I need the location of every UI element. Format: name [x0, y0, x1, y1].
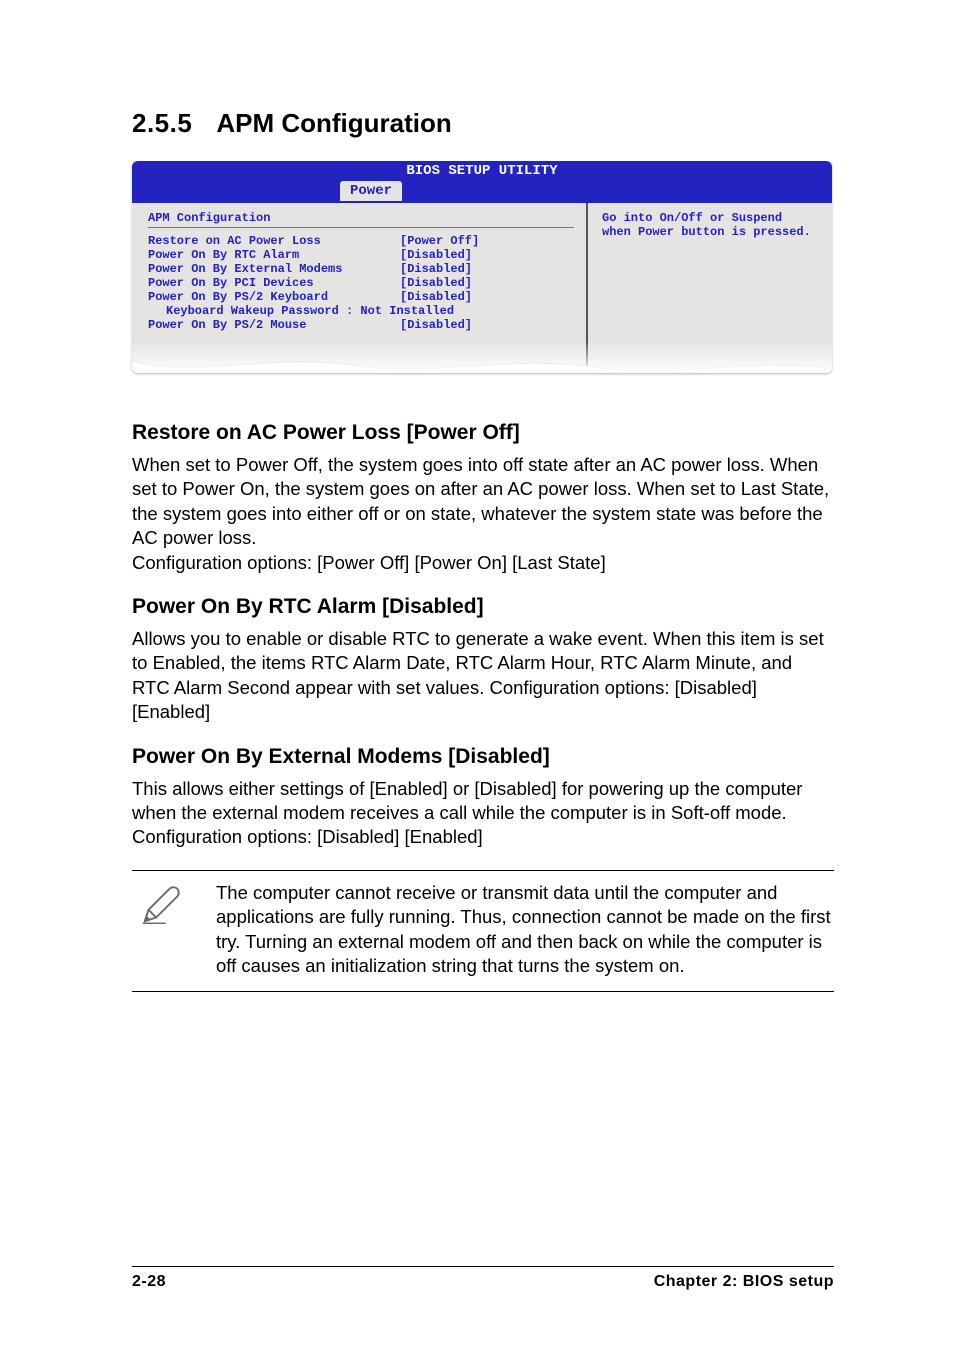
bios-setting-row: Power On By PS/2 Keyboard[Disabled]: [148, 290, 574, 304]
subheading-rtc-alarm: Power On By RTC Alarm [Disabled]: [132, 595, 834, 619]
section-title: APM Configuration: [216, 108, 451, 139]
bios-screenshot: BIOS SETUP UTILITY Power APM Configurati…: [132, 161, 832, 373]
bios-panel-title: APM Configuration: [148, 211, 574, 225]
bios-setting-value: [Disabled]: [400, 290, 472, 304]
body-external-modems: This allows either settings of [Enabled]…: [132, 777, 834, 850]
note-text: The computer cannot receive or transmit …: [216, 881, 834, 979]
chapter-label: Chapter 2: BIOS setup: [654, 1273, 834, 1291]
body-rtc-alarm: Allows you to enable or disable RTC to g…: [132, 627, 834, 725]
bios-setting-label: Power On By PS/2 Keyboard: [148, 290, 400, 304]
bios-setting-value: [Disabled]: [400, 248, 472, 262]
subheading-restore-ac: Restore on AC Power Loss [Power Off]: [132, 421, 834, 445]
bios-setting-value: [Disabled]: [400, 276, 472, 290]
body-restore-ac: When set to Power Off, the system goes i…: [132, 453, 834, 575]
bios-setting-label: Power On By External Modems: [148, 262, 400, 276]
bios-setting-value: [Disabled]: [400, 262, 472, 276]
section-number: 2.5.5: [132, 108, 192, 139]
bios-menu-bar: Power: [132, 181, 832, 203]
bios-setting-label: Restore on AC Power Loss: [148, 234, 400, 248]
note-block: The computer cannot receive or transmit …: [132, 870, 834, 992]
bios-setting-label: Power On By PCI Devices: [148, 276, 400, 290]
subheading-external-modems: Power On By External Modems [Disabled]: [132, 745, 834, 769]
divider: [148, 227, 574, 228]
page-number: 2-28: [132, 1273, 166, 1291]
bios-setting-row: Keyboard Wakeup Password : Not Installed: [148, 304, 574, 318]
bios-setting-value: [Disabled]: [400, 318, 472, 332]
bios-setting-label: Power On By PS/2 Mouse: [148, 318, 400, 332]
bios-setting-label: Power On By RTC Alarm: [148, 248, 400, 262]
bios-help-text: Go into On/Off or Suspend when Power but…: [602, 211, 818, 239]
section-heading: 2.5.5 APM Configuration: [132, 108, 834, 139]
bios-help-panel: Go into On/Off or Suspend when Power but…: [588, 203, 832, 373]
bios-tab-power: Power: [340, 181, 402, 201]
bios-setting-label: Keyboard Wakeup Password : Not Installed: [148, 304, 400, 318]
bios-left-panel: APM Configuration Restore on AC Power Lo…: [132, 203, 588, 373]
torn-edge-icon: [132, 353, 832, 373]
bios-setting-row: Power On By PCI Devices[Disabled]: [148, 276, 574, 290]
note-pencil-icon: [132, 881, 188, 929]
bios-setting-row: Power On By RTC Alarm[Disabled]: [148, 248, 574, 262]
bios-setting-row: Power On By External Modems[Disabled]: [148, 262, 574, 276]
page-footer: 2-28 Chapter 2: BIOS setup: [132, 1266, 834, 1291]
bios-setting-value: [Power Off]: [400, 234, 479, 248]
bios-setting-row: Power On By PS/2 Mouse[Disabled]: [148, 318, 574, 332]
bios-title-bar: BIOS SETUP UTILITY: [132, 161, 832, 181]
bios-setting-row: Restore on AC Power Loss[Power Off]: [148, 234, 574, 248]
